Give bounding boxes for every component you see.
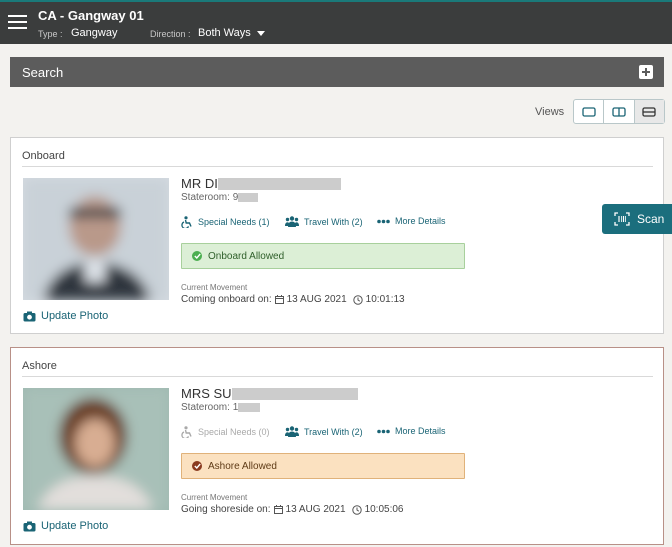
- check-circle-icon: [192, 461, 202, 471]
- group-icon: [285, 426, 299, 437]
- status-banner: Ashore Allowed: [181, 453, 465, 479]
- section-title: Ashore: [22, 360, 57, 372]
- stateroom-text: Stateroom: 1: [181, 402, 239, 413]
- plus-icon[interactable]: [639, 65, 653, 79]
- calendar-icon: [274, 295, 284, 304]
- redacted-name-bar: [217, 177, 341, 190]
- clock-icon: [351, 504, 362, 515]
- more-details-link[interactable]: More Details: [377, 426, 446, 436]
- chevron-down-icon[interactable]: [257, 31, 265, 36]
- guest-photo: [23, 388, 169, 510]
- update-photo-link[interactable]: Update Photo: [23, 520, 108, 532]
- view-single-button[interactable]: [574, 100, 605, 123]
- guest-card-ashore: Ashore Update Photo MRS SU Stateroom: 1 …: [10, 347, 664, 545]
- gangway-title: CA - Gangway 01: [38, 8, 144, 23]
- update-photo-label: Update Photo: [41, 520, 109, 532]
- divider: [22, 166, 653, 167]
- more-details-label: More Details: [395, 426, 446, 436]
- camera-icon: [23, 521, 36, 531]
- guest-name-text: MRS SU: [181, 386, 232, 401]
- travel-with-link[interactable]: Travel With (2): [285, 426, 363, 437]
- hamburger-menu-icon[interactable]: [8, 15, 27, 29]
- status-banner: Onboard Allowed: [181, 243, 465, 269]
- movement-time: 10:01:13: [365, 294, 405, 305]
- redacted-name-bar: [231, 387, 358, 400]
- special-needs-label: Special Needs (0): [198, 427, 270, 437]
- views-label: Views: [535, 106, 565, 118]
- wheelchair-icon: [181, 216, 192, 228]
- movement-prefix: Coming onboard on:: [181, 294, 272, 305]
- current-movement: Going shoreside on: 13 AUG 2021 10:05:06: [181, 504, 404, 515]
- top-bar: CA - Gangway 01 Type : Gangway Direction…: [0, 0, 672, 44]
- travel-with-label: Travel With (2): [304, 216, 363, 227]
- stacked-panel-icon: [642, 106, 656, 117]
- clock-icon: [352, 294, 363, 305]
- special-needs-link: Special Needs (0): [181, 426, 270, 438]
- barcode-scan-icon: [614, 212, 630, 226]
- guest-name: MR DI: [181, 176, 341, 191]
- stateroom: Stateroom: 1: [181, 402, 261, 413]
- movement-prefix: Going shoreside on:: [181, 504, 271, 515]
- wheelchair-icon: [181, 426, 192, 438]
- views-toggle-group: [573, 99, 665, 124]
- guest-photo: [23, 178, 169, 300]
- calendar-icon: [273, 505, 283, 514]
- more-dots-icon: [377, 429, 390, 433]
- special-needs-link[interactable]: Special Needs (1): [181, 216, 270, 228]
- special-needs-label: Special Needs (1): [198, 217, 270, 227]
- movement-date: 13 AUG 2021: [286, 294, 347, 305]
- group-icon: [285, 216, 299, 227]
- scan-button[interactable]: Scan: [602, 204, 672, 234]
- view-split-button[interactable]: [604, 100, 635, 123]
- stateroom: Stateroom: 9: [181, 192, 259, 203]
- check-circle-icon: [192, 251, 202, 261]
- type-label: Type :: [38, 29, 63, 39]
- scan-label: Scan: [637, 212, 665, 226]
- current-movement: Coming onboard on: 13 AUG 2021 10:01:13: [181, 294, 405, 305]
- stateroom-text: Stateroom: 9: [181, 192, 239, 203]
- direction-value[interactable]: Both Ways: [198, 27, 251, 39]
- travel-with-link[interactable]: Travel With (2): [285, 216, 363, 227]
- search-bar[interactable]: Search: [10, 57, 664, 87]
- more-dots-icon: [377, 219, 390, 223]
- movement-time: 10:05:06: [364, 504, 404, 515]
- camera-icon: [23, 311, 36, 321]
- guest-name-text: MR DI: [181, 176, 218, 191]
- status-text: Ashore Allowed: [208, 460, 277, 472]
- more-details-link[interactable]: More Details: [377, 216, 446, 226]
- status-text: Onboard Allowed: [208, 250, 285, 262]
- type-value: Gangway: [71, 27, 118, 39]
- update-photo-link[interactable]: Update Photo: [23, 310, 108, 322]
- current-movement-label: Current Movement: [181, 493, 248, 502]
- direction-label: Direction :: [150, 29, 191, 39]
- single-panel-icon: [582, 106, 596, 117]
- section-title: Onboard: [22, 150, 65, 162]
- search-label: Search: [22, 65, 64, 80]
- split-panel-icon: [612, 106, 626, 117]
- redacted-stateroom-bar: [238, 403, 261, 412]
- movement-date: 13 AUG 2021: [285, 504, 346, 515]
- redacted-stateroom-bar: [238, 193, 259, 202]
- divider: [22, 376, 653, 377]
- guest-name: MRS SU: [181, 386, 358, 401]
- travel-with-label: Travel With (2): [304, 426, 363, 437]
- guest-card-onboard: Onboard Update Photo MR DI Stateroom: 9 …: [10, 137, 664, 334]
- update-photo-label: Update Photo: [41, 310, 109, 322]
- more-details-label: More Details: [395, 216, 446, 226]
- view-stacked-button[interactable]: [634, 100, 664, 123]
- current-movement-label: Current Movement: [181, 283, 248, 292]
